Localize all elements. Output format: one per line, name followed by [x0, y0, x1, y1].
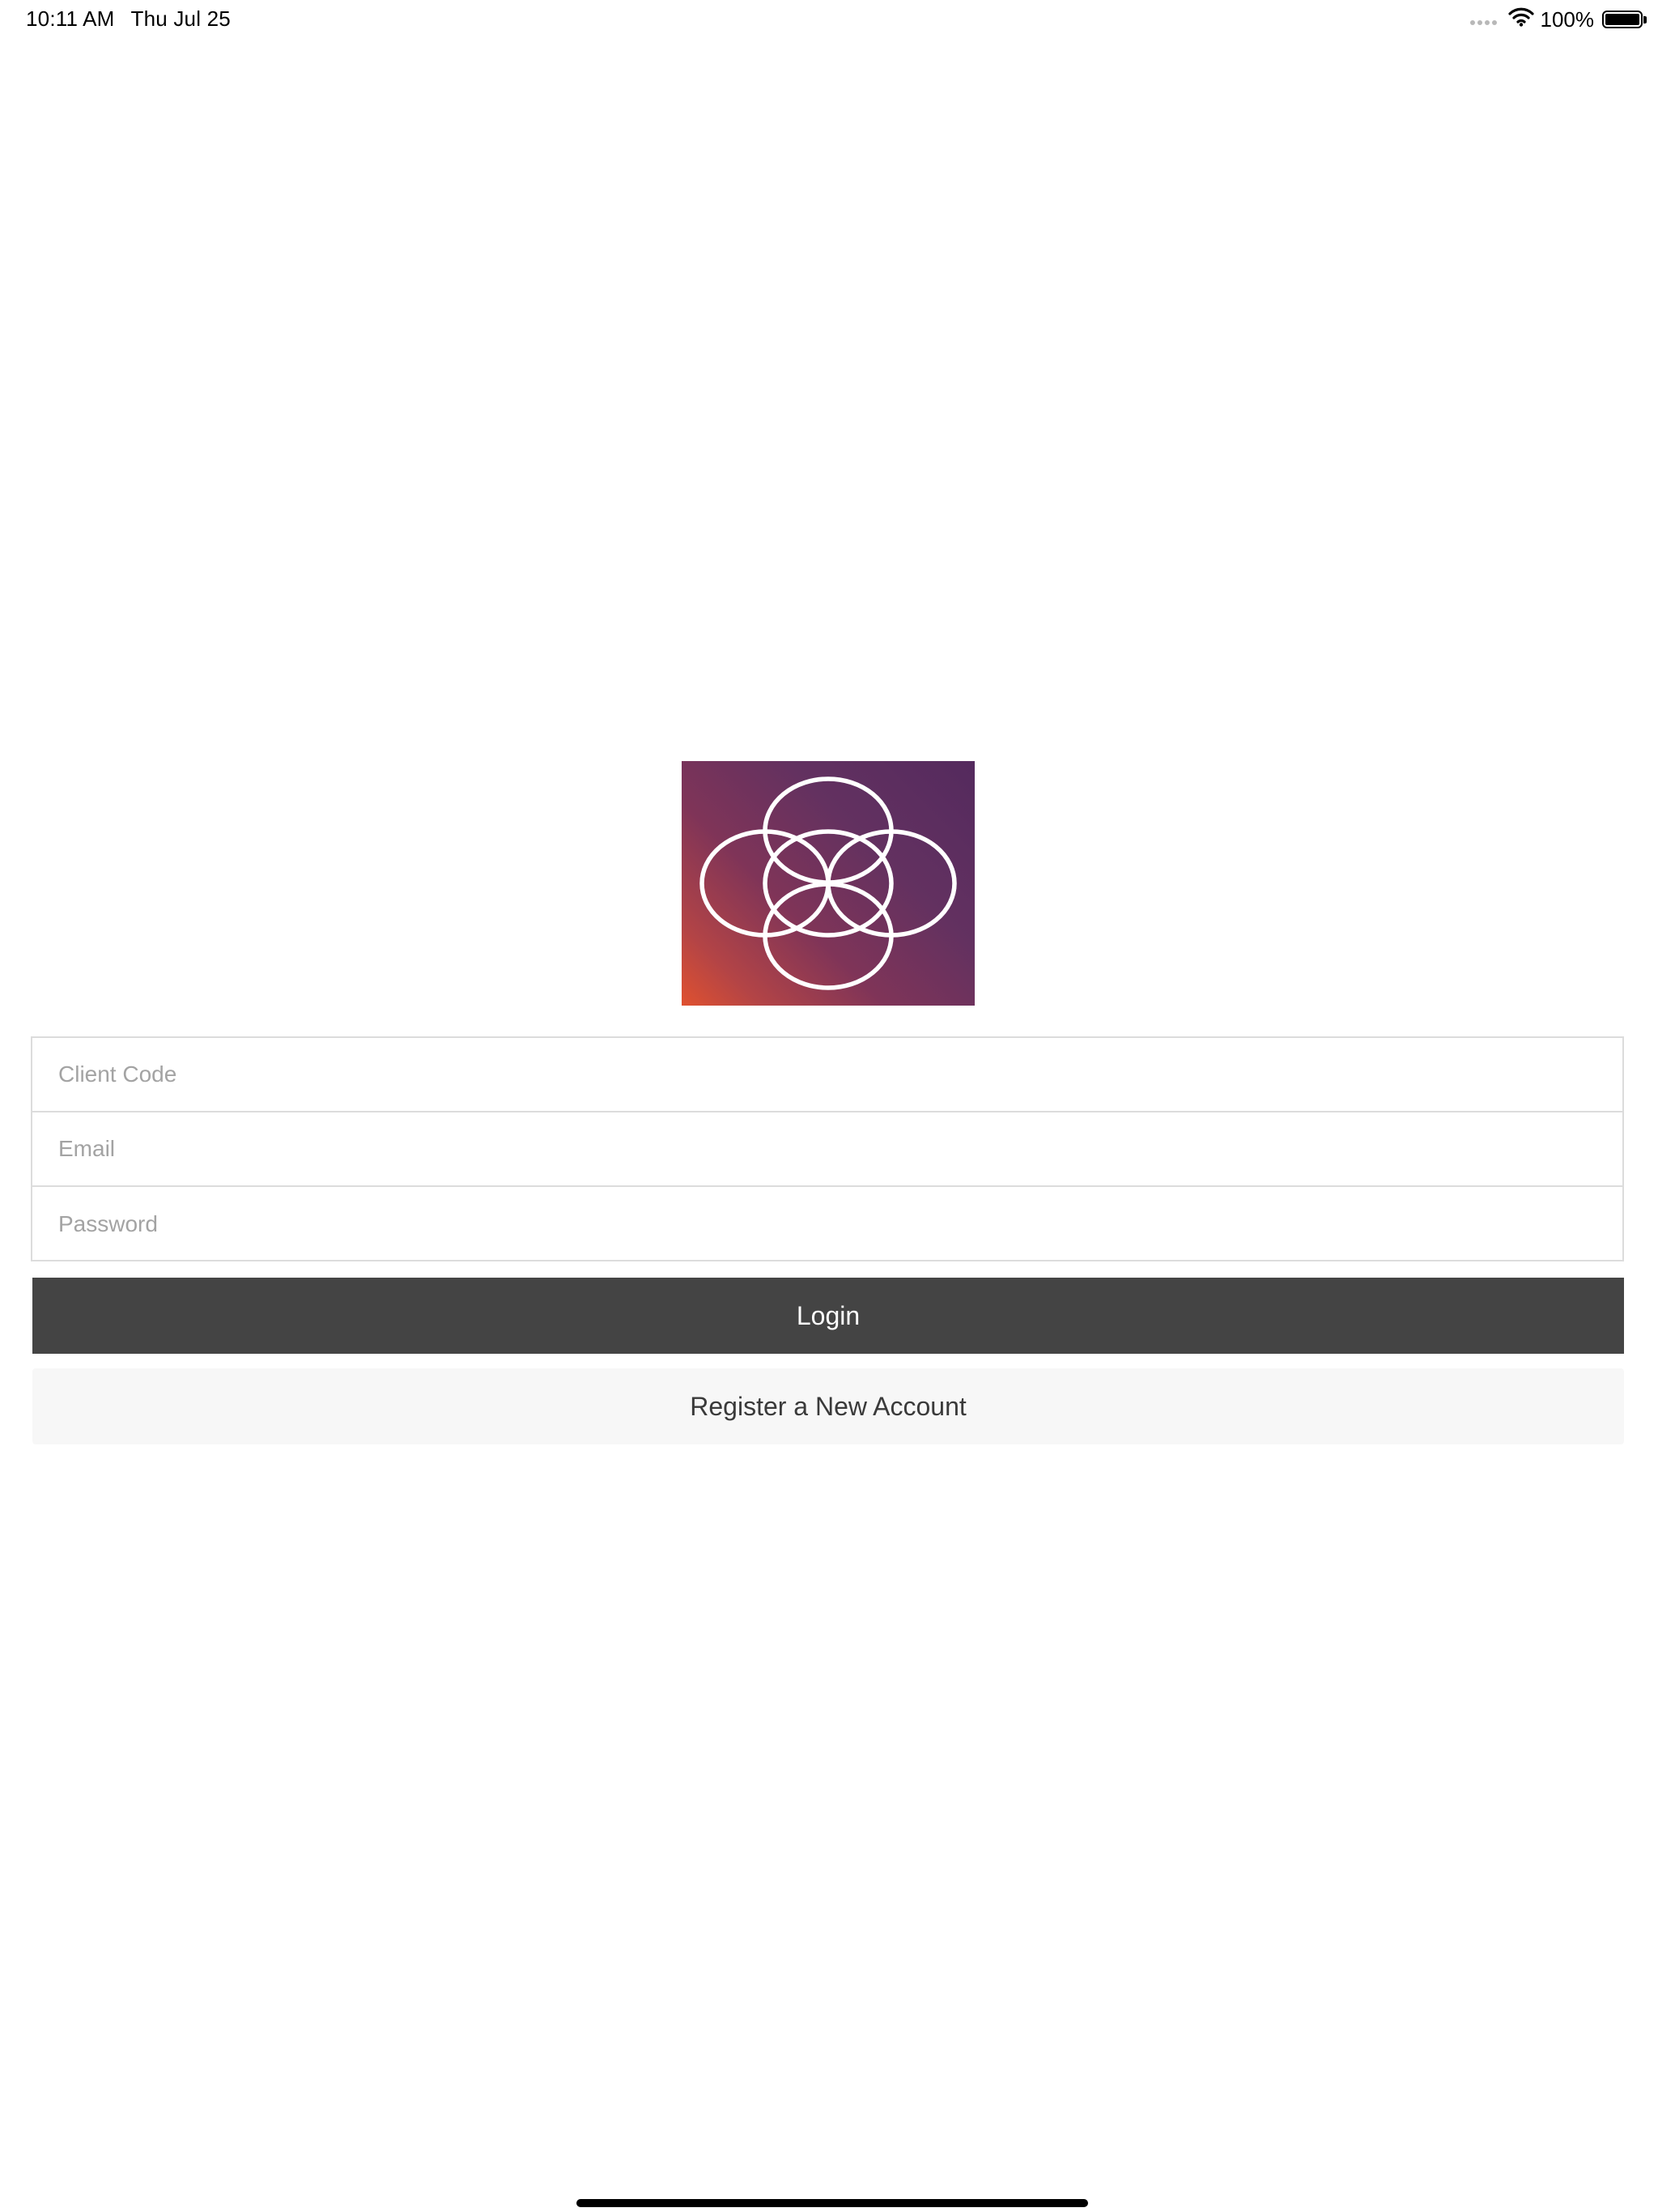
client-code-input[interactable]: [32, 1038, 1622, 1111]
password-input[interactable]: [32, 1187, 1622, 1261]
register-account-button[interactable]: Register a New Account: [32, 1368, 1624, 1444]
battery-percent: 100%: [1540, 6, 1595, 32]
wifi-icon: [1507, 7, 1534, 32]
email-input[interactable]: [32, 1112, 1622, 1185]
status-indicators: 100%: [1469, 6, 1647, 32]
status-bar: 10:11 AM Thu Jul 25 100%: [0, 0, 1658, 39]
app-logo: [682, 761, 975, 1006]
login-form: [31, 1036, 1624, 1261]
battery-fill: [1605, 14, 1639, 25]
battery-icon: [1601, 11, 1647, 28]
home-indicator[interactable]: [576, 2199, 1088, 2207]
password-field-row: [32, 1187, 1622, 1261]
battery-body: [1602, 11, 1643, 28]
overlapping-circles-logo-icon: [699, 776, 957, 990]
login-button[interactable]: Login: [32, 1278, 1624, 1354]
client-code-field-row: [32, 1038, 1622, 1112]
battery-cap: [1643, 15, 1647, 23]
status-time: 10:11 AM: [26, 6, 115, 31]
status-date: Thu Jul 25: [130, 6, 231, 31]
cellular-signal-icon: [1469, 20, 1497, 25]
status-time-date: 10:11 AM Thu Jul 25: [26, 6, 231, 32]
email-field-row: [32, 1112, 1622, 1187]
